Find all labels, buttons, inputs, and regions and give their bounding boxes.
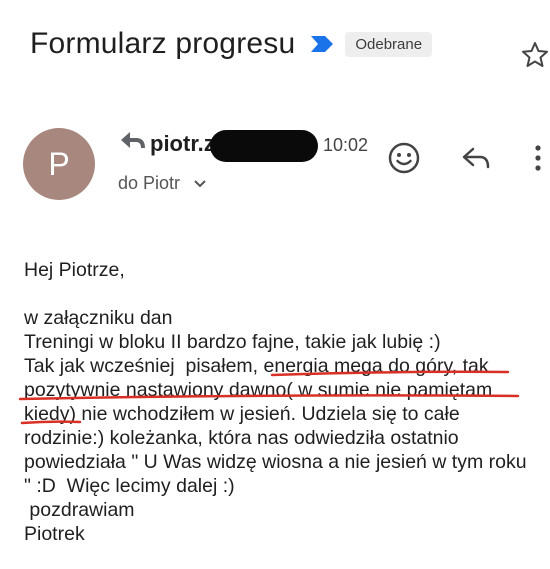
star-icon[interactable] xyxy=(520,40,550,70)
inbox-label-chip[interactable]: Odebrane xyxy=(345,31,433,57)
email-subject: Formularz progresu xyxy=(30,27,296,60)
body-line: Tak jak wcześniej pisałem, energia mega … xyxy=(24,355,489,377)
chevron-down-icon[interactable] xyxy=(193,179,207,189)
reply-icon[interactable] xyxy=(458,140,494,176)
reply-arrow-icon xyxy=(121,132,145,149)
avatar-letter: P xyxy=(48,145,70,182)
body-line-signature: Piotrek xyxy=(24,523,85,545)
body-line: Treningi w bloku II bardzo fajne, takie … xyxy=(24,331,441,353)
body-line: kiedy) nie wchodziłem w jesień. Udziela … xyxy=(24,403,460,425)
body-line: pozytywnie nastawiony dawno( w sumie nie… xyxy=(24,379,493,401)
body-line: powiedziała " U Was widzę wiosna a nie j… xyxy=(24,451,527,473)
recipient-toggle[interactable]: do Piotr xyxy=(118,173,207,194)
recipient-text: do Piotr xyxy=(118,173,181,193)
body-blank-line xyxy=(24,282,548,306)
email-time: 10:02 xyxy=(323,135,369,155)
redaction-mark xyxy=(210,130,318,162)
email-body: Hej Piotrze, w załączniku dan Treningi w… xyxy=(24,258,548,546)
sender-name[interactable]: piotr.z xyxy=(150,131,215,157)
subject-row: Formularz progresu Odebrane xyxy=(30,22,433,66)
more-vertical-icon[interactable] xyxy=(526,140,550,176)
body-line-closing: pozdrawiam xyxy=(24,499,135,521)
sender-avatar[interactable]: P xyxy=(23,128,95,200)
body-line: " :D Więc lecimy dalej :) xyxy=(24,475,235,497)
body-line: w załączniku dan xyxy=(24,307,173,329)
body-line: rodzinie:) koleżanka, która nas odwiedzi… xyxy=(24,427,459,449)
importance-marker-icon[interactable] xyxy=(309,34,335,54)
emoji-reaction-icon[interactable] xyxy=(386,140,422,176)
body-line-greeting: Hej Piotrze, xyxy=(24,259,125,281)
